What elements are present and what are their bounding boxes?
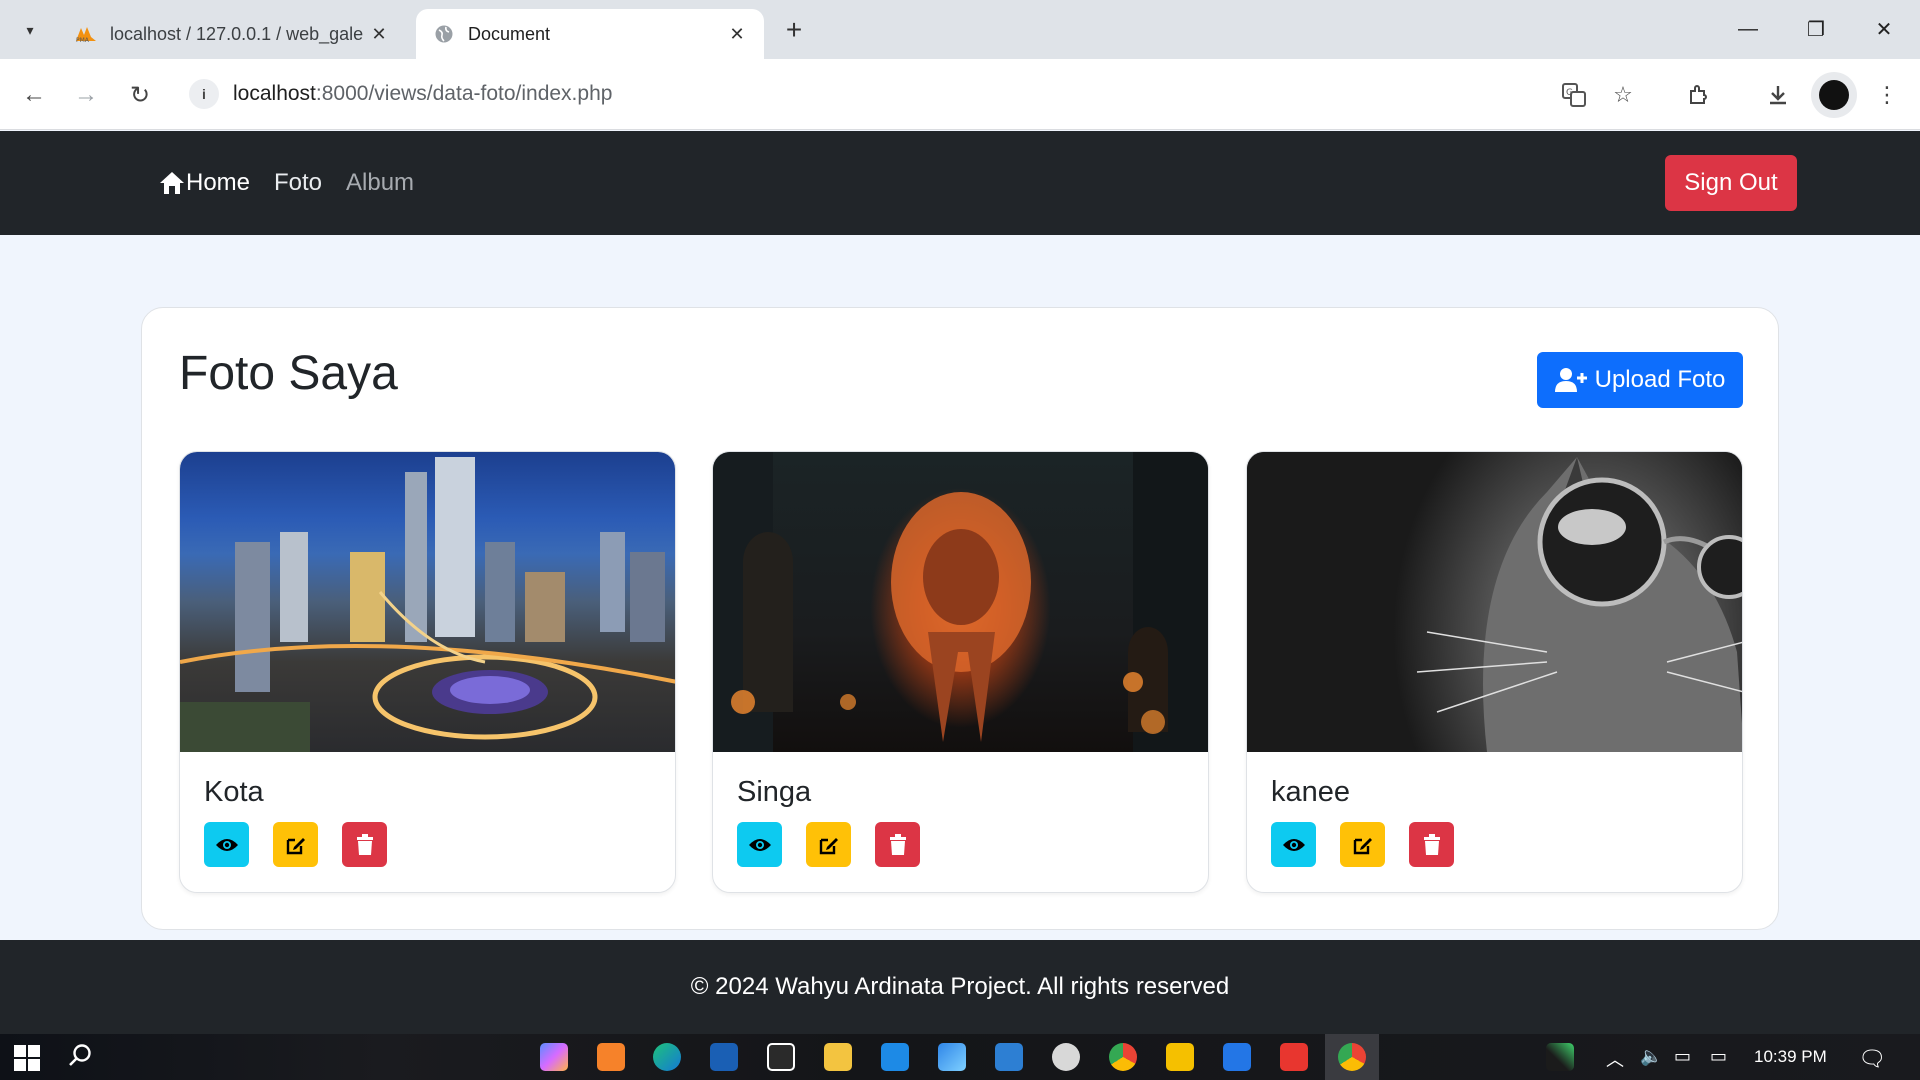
- site-info-icon[interactable]: i: [189, 79, 219, 109]
- vscode-icon[interactable]: [881, 1043, 909, 1071]
- taskbar-search-icon[interactable]: [67, 1043, 95, 1071]
- translate-icon[interactable]: G: [1554, 75, 1594, 115]
- photos-icon[interactable]: [938, 1043, 966, 1071]
- windows-start-icon[interactable]: [14, 1045, 40, 1071]
- page-title: Foto Saya: [179, 347, 398, 400]
- edit-photo-button[interactable]: [1340, 822, 1385, 867]
- taskbar-clock[interactable]: 10:39 PM: [1754, 1047, 1827, 1067]
- forward-icon[interactable]: →: [66, 75, 106, 115]
- volume-icon[interactable]: 🔈: [1640, 1046, 1662, 1067]
- profile-avatar[interactable]: [1811, 72, 1857, 118]
- movies-icon[interactable]: [995, 1043, 1023, 1071]
- sign-out-button[interactable]: Sign Out: [1665, 155, 1797, 211]
- back-icon[interactable]: ←: [14, 75, 54, 115]
- browser-toolbar: ← → ↻ i localhost:8000/views/data-foto/i…: [0, 59, 1920, 130]
- house-icon: [158, 170, 186, 196]
- photo-image-city[interactable]: [180, 452, 675, 752]
- network-signal-icon[interactable]: [1546, 1043, 1574, 1071]
- upload-photo-button[interactable]: Upload Foto: [1537, 352, 1743, 408]
- photo-image-cat[interactable]: [1247, 452, 1742, 752]
- photo-card: Kota: [179, 451, 676, 893]
- photo-title: kanee: [1271, 776, 1351, 808]
- photo-card: kanee: [1246, 451, 1743, 893]
- eye-icon: [1282, 838, 1305, 851]
- view-photo-button[interactable]: [204, 822, 249, 867]
- app-icon[interactable]: [710, 1043, 738, 1071]
- chrome-icon[interactable]: [1109, 1043, 1137, 1071]
- photo-gallery-card: Foto Saya Upload Foto Kota Singa kanee: [141, 307, 1779, 930]
- restore-icon[interactable]: ❐: [1782, 0, 1850, 59]
- svg-text:G: G: [1566, 88, 1573, 98]
- view-photo-button[interactable]: [1271, 822, 1316, 867]
- photo-title: Kota: [204, 776, 264, 808]
- copilot-icon[interactable]: [540, 1043, 568, 1071]
- nav-home-label: Home: [186, 169, 251, 196]
- tab-document[interactable]: Document ✕: [416, 9, 764, 59]
- menu-kebab-icon[interactable]: ⋮: [1867, 75, 1907, 115]
- close-tab-icon[interactable]: ✕: [368, 24, 390, 45]
- url-text: localhost:8000/views/data-foto/index.php: [233, 82, 613, 105]
- trash-icon: [1423, 833, 1440, 855]
- extensions-icon[interactable]: [1679, 75, 1719, 115]
- file-explorer-icon[interactable]: [824, 1043, 852, 1071]
- windows-taskbar: ︿ 🔈 ▭ ▭ 10:39 PM 🗨: [0, 1034, 1920, 1080]
- delete-photo-button[interactable]: [875, 822, 920, 867]
- eye-icon: [748, 838, 771, 851]
- minimize-icon[interactable]: —: [1714, 0, 1782, 59]
- wps-office-icon[interactable]: [1280, 1043, 1308, 1071]
- nav-home-link[interactable]: Home: [158, 169, 250, 197]
- trash-icon: [889, 833, 906, 855]
- reload-icon[interactable]: ↻: [120, 75, 160, 115]
- delete-photo-button[interactable]: [1409, 822, 1454, 867]
- tab-phpmyadmin[interactable]: PMA localhost / 127.0.0.1 / web_gale ✕: [58, 9, 406, 59]
- close-window-icon[interactable]: ✕: [1850, 0, 1918, 59]
- delete-photo-button[interactable]: [342, 822, 387, 867]
- bandicam-icon[interactable]: [1166, 1043, 1194, 1071]
- tab-title: Document: [468, 23, 551, 44]
- new-tab-button[interactable]: +: [776, 14, 812, 46]
- notifications-icon[interactable]: 🗨: [1858, 1046, 1886, 1072]
- user-plus-icon: [1554, 367, 1587, 393]
- play-store-icon[interactable]: [1223, 1043, 1251, 1071]
- photo-title: Singa: [737, 776, 812, 808]
- nav-album-link[interactable]: Album: [346, 169, 414, 197]
- phpmyadmin-icon: PMA: [74, 24, 98, 44]
- footer-copyright: © 2024 Wahyu Ardinata Project. All right…: [690, 973, 1230, 1000]
- xampp-icon[interactable]: [597, 1043, 625, 1071]
- chrome-active-icon[interactable]: [1338, 1043, 1366, 1071]
- edit-icon: [819, 837, 838, 854]
- address-bar[interactable]: i localhost:8000/views/data-foto/index.p…: [186, 70, 1536, 118]
- browser-tab-bar: ▾ PMA localhost / 127.0.0.1 / web_gale ✕…: [0, 0, 1920, 59]
- tab-title: localhost / 127.0.0.1 / web_gale: [110, 23, 364, 44]
- edit-icon: [286, 837, 305, 854]
- download-icon[interactable]: [1758, 75, 1798, 115]
- edge-icon[interactable]: [653, 1043, 681, 1071]
- app-navbar: Home Foto Album Sign Out: [0, 131, 1920, 235]
- capcut-icon[interactable]: [767, 1043, 795, 1071]
- upload-photo-label: Upload Foto: [1594, 366, 1726, 393]
- page-footer: © 2024 Wahyu Ardinata Project. All right…: [0, 940, 1920, 1034]
- display-icon[interactable]: ▭: [1674, 1046, 1691, 1067]
- edit-photo-button[interactable]: [806, 822, 851, 867]
- close-tab-icon[interactable]: ✕: [726, 24, 748, 45]
- edit-photo-button[interactable]: [273, 822, 318, 867]
- globe-icon: [432, 24, 456, 44]
- view-photo-button[interactable]: [737, 822, 782, 867]
- paint-icon[interactable]: [1052, 1043, 1080, 1071]
- svg-text:PMA: PMA: [76, 37, 90, 43]
- edit-icon: [1353, 837, 1372, 854]
- photo-card: Singa: [712, 451, 1209, 893]
- bookmark-star-icon[interactable]: ☆: [1603, 75, 1643, 115]
- show-hidden-icons-icon[interactable]: ︿: [1606, 1046, 1624, 1072]
- photo-image-lion[interactable]: [713, 452, 1208, 752]
- battery-icon[interactable]: ▭: [1710, 1046, 1727, 1067]
- trash-icon: [356, 833, 373, 855]
- nav-foto-link[interactable]: Foto: [274, 169, 322, 197]
- tab-search-dropdown-icon[interactable]: ▾: [14, 14, 46, 46]
- eye-icon: [215, 838, 238, 851]
